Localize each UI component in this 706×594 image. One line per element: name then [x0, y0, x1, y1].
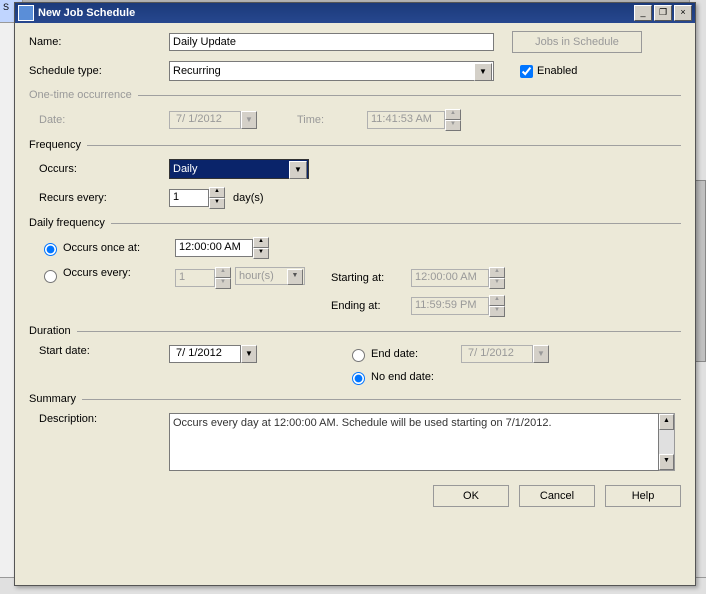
onetime-date-value: 7/ 1/2012 [169, 111, 241, 129]
description-textarea[interactable] [169, 413, 659, 471]
enabled-checkbox[interactable]: Enabled [516, 62, 577, 81]
daily-frequency-group-title: Daily frequency [29, 217, 111, 229]
schedule-type-label: Schedule type: [29, 65, 169, 77]
spin-down-icon: ▼ [215, 278, 231, 289]
close-button[interactable]: × [674, 5, 692, 21]
schedule-type-select[interactable]: Recurring ▼ [169, 61, 494, 81]
ending-at-label: Ending at: [331, 300, 411, 312]
window-title: New Job Schedule [38, 7, 634, 19]
onetime-time-label: Time: [297, 114, 367, 126]
enabled-label: Enabled [537, 65, 577, 77]
spin-up-icon: ▲ [215, 267, 231, 278]
spin-down-icon: ▼ [489, 306, 505, 317]
ok-button[interactable]: OK [433, 485, 509, 507]
frequency-group-title: Frequency [29, 139, 87, 151]
duration-group-title: Duration [29, 325, 77, 337]
starting-at-value: 12:00:00 AM [411, 269, 489, 287]
occurs-every-n-spinner: 1 ▲▼ [175, 267, 231, 289]
divider [138, 95, 681, 96]
enabled-checkbox-input[interactable] [520, 65, 533, 78]
spin-up-icon[interactable]: ▲ [209, 187, 225, 198]
description-scrollbar[interactable]: ▲ ▼ [659, 413, 675, 471]
divider [111, 223, 681, 224]
spin-up-icon: ▲ [489, 295, 505, 306]
spin-down-icon[interactable]: ▼ [209, 198, 225, 209]
recurs-every-spinner[interactable]: 1 ▲▼ [169, 187, 225, 209]
schedule-type-value: Recurring [173, 65, 221, 77]
help-button[interactable]: Help [605, 485, 681, 507]
jobs-in-schedule-button: Jobs in Schedule [512, 31, 642, 53]
divider [82, 399, 681, 400]
onetime-date-label: Date: [39, 114, 169, 126]
end-date-picker: 7/ 1/2012 ▼ [461, 345, 549, 363]
chevron-down-icon: ▼ [289, 161, 307, 179]
occurs-every-label: Occurs every: [63, 267, 175, 279]
occurs-every-unit-value: hour(s) [239, 270, 274, 282]
chevron-down-icon[interactable]: ▼ [241, 345, 257, 363]
onetime-time-spinner: 11:41:53 AM ▲▼ [367, 109, 461, 131]
end-date-value: 7/ 1/2012 [461, 345, 533, 363]
spin-down-icon: ▼ [445, 120, 461, 131]
app-icon [18, 5, 34, 21]
divider [87, 145, 681, 146]
spin-up-icon: ▲ [489, 267, 505, 278]
onetime-group-title: One-time occurrence [29, 89, 138, 101]
name-input[interactable] [169, 33, 494, 51]
start-date-picker[interactable]: 7/ 1/2012 ▼ [169, 345, 257, 363]
occurs-once-label: Occurs once at: [63, 242, 175, 254]
title-bar[interactable]: New Job Schedule _ ❐ × [15, 3, 695, 23]
summary-group-title: Summary [29, 393, 82, 405]
no-end-date-radio[interactable] [352, 372, 365, 385]
new-job-schedule-dialog: New Job Schedule _ ❐ × Name: Jobs in Sch… [14, 2, 696, 586]
description-label: Description: [39, 413, 169, 425]
spin-up-icon[interactable]: ▲ [253, 237, 269, 248]
ending-at-value: 11:59:59 PM [411, 297, 489, 315]
recurs-every-label: Recurs every: [39, 192, 169, 204]
occurs-value: Daily [173, 163, 197, 175]
ending-at-spinner: 11:59:59 PM ▲▼ [411, 295, 505, 317]
spin-down-icon[interactable]: ▼ [253, 248, 269, 259]
minimize-button[interactable]: _ [634, 5, 652, 21]
cancel-button[interactable]: Cancel [519, 485, 595, 507]
occurs-once-radio[interactable] [44, 243, 57, 256]
chevron-down-icon: ▼ [533, 345, 549, 363]
recurs-every-value[interactable]: 1 [169, 189, 209, 207]
occurs-once-time-spinner[interactable]: 12:00:00 AM ▲▼ [175, 237, 269, 259]
starting-at-label: Starting at: [331, 272, 411, 284]
scroll-up-icon[interactable]: ▲ [659, 414, 674, 430]
scroll-down-icon[interactable]: ▼ [659, 454, 674, 470]
chevron-down-icon: ▼ [474, 63, 492, 81]
starting-at-spinner: 12:00:00 AM ▲▼ [411, 267, 505, 289]
occurs-every-n-value: 1 [175, 269, 215, 287]
occurs-label: Occurs: [39, 163, 169, 175]
end-date-radio[interactable] [352, 349, 365, 362]
onetime-time-value: 11:41:53 AM [367, 111, 445, 129]
name-label: Name: [29, 36, 169, 48]
spin-up-icon: ▲ [445, 109, 461, 120]
occurs-every-unit-select: hour(s) ▼ [235, 267, 305, 285]
occurs-once-time-value[interactable]: 12:00:00 AM [175, 239, 253, 257]
occurs-every-radio[interactable] [44, 270, 57, 283]
onetime-date-picker: 7/ 1/2012 ▼ [169, 111, 257, 129]
start-date-value[interactable]: 7/ 1/2012 [169, 345, 241, 363]
days-unit-label: day(s) [233, 192, 264, 204]
end-date-label: End date: [371, 348, 461, 360]
occurs-select[interactable]: Daily ▼ [169, 159, 309, 179]
restore-button[interactable]: ❐ [654, 5, 672, 21]
chevron-down-icon: ▼ [241, 111, 257, 129]
chevron-down-icon: ▼ [287, 269, 303, 285]
no-end-date-label: No end date: [371, 371, 434, 383]
divider [77, 331, 681, 332]
spin-down-icon: ▼ [489, 278, 505, 289]
start-date-label: Start date: [39, 345, 169, 357]
